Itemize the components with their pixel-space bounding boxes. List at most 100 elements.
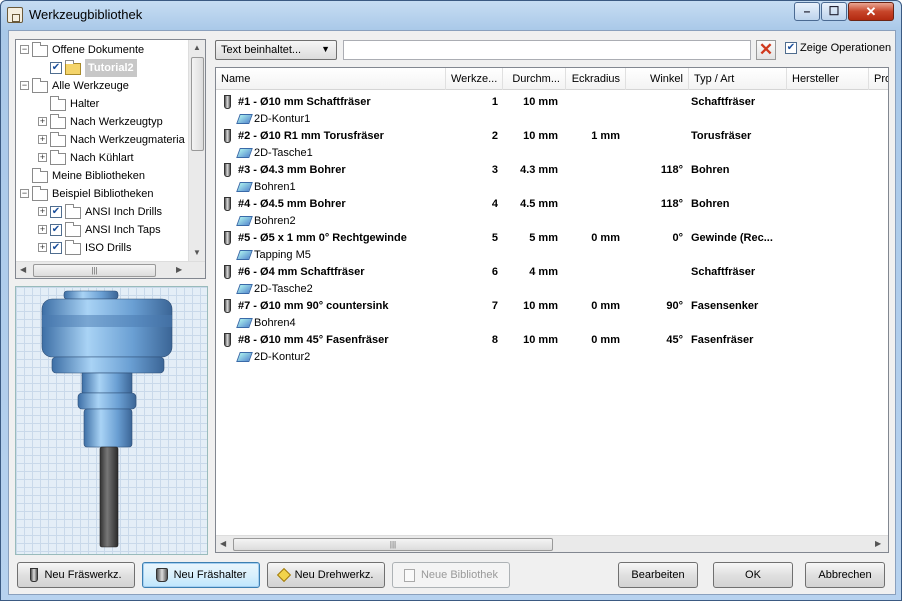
collapse-icon[interactable]: −	[20, 81, 29, 90]
table-horizontal-scrollbar[interactable]: ◀ ||| ▶	[216, 535, 888, 552]
tree-item[interactable]: − Beispiel Bibliotheken	[16, 185, 188, 203]
tool-icon	[224, 163, 231, 177]
operation-label: 2D-Tasche1	[254, 147, 313, 159]
tree-item-label: Offene Dokumente	[52, 44, 145, 56]
search-input[interactable]	[343, 40, 751, 60]
tree-scroll-thumb[interactable]	[191, 57, 204, 151]
show-operations-checkbox[interactable]: ✔	[785, 42, 797, 55]
tool-table[interactable]: Name Werkze... Durchm... Eckradius Winkel Typ…	[215, 67, 889, 553]
clear-filter-button[interactable]: ✕	[756, 40, 776, 60]
cell-corner: 0 mm	[591, 232, 620, 244]
minimize-button[interactable]: –	[794, 2, 820, 21]
scroll-left-icon[interactable]: ◀	[20, 265, 26, 274]
operation-icon	[236, 352, 253, 362]
tree-item-checkbox[interactable]: ✔	[50, 242, 62, 254]
tree-vertical-scrollbar[interactable]: ▲ ▼	[188, 40, 205, 263]
tool-row[interactable]: #6 - Ø4 mm Schaftfräser 6 4 mm Schaftfräser	[216, 264, 888, 281]
new-lathe-tool-button[interactable]: Neu Drehwerkz.	[267, 562, 385, 588]
close-button[interactable]: ✕	[848, 2, 894, 21]
tree-hscroll-thumb[interactable]: |||	[33, 264, 156, 277]
tree-item[interactable]: − Offene Dokumente	[16, 41, 188, 59]
tree-item[interactable]: Halter	[16, 95, 188, 113]
tree-item[interactable]: − Alle Werkzeuge	[16, 77, 188, 95]
maximize-icon: ☐	[828, 4, 840, 18]
tool-icon	[224, 231, 231, 245]
operation-row[interactable]: Bohren4	[216, 315, 888, 332]
cancel-button[interactable]: Abbrechen	[805, 562, 885, 588]
operation-label: Bohren1	[254, 181, 296, 193]
tool-row[interactable]: #7 - Ø10 mm 90° countersink 7 10 mm 0 mm 90°…	[216, 298, 888, 315]
new-library-button[interactable]: Neue Bibliothek	[392, 562, 510, 588]
table-hscroll-thumb[interactable]: |||	[233, 538, 553, 551]
tool-row[interactable]: #1 - Ø10 mm Schaftfräser 1 10 mm Schaftfräs…	[216, 94, 888, 111]
tree-horizontal-scrollbar[interactable]: ◀ ||| ▶	[16, 261, 205, 278]
operation-row[interactable]: 2D-Kontur1	[216, 111, 888, 128]
tree-item[interactable]: ✔ Tutorial2	[16, 59, 188, 77]
collapse-icon[interactable]: −	[20, 45, 29, 54]
tool-row[interactable]: #5 - Ø5 x 1 mm 0° Rechtgewinde 5 5 mm 0 mm 0…	[216, 230, 888, 247]
expand-icon[interactable]: +	[38, 225, 47, 234]
operation-row[interactable]: Bohren1	[216, 179, 888, 196]
scroll-right-icon[interactable]: ▶	[176, 265, 182, 274]
operation-row[interactable]: 2D-Tasche1	[216, 145, 888, 162]
tree-item[interactable]: Meine Bibliotheken	[16, 167, 188, 185]
operation-row[interactable]: 2D-Tasche2	[216, 281, 888, 298]
tool-row[interactable]: #2 - Ø10 R1 mm Torusfräser 2 10 mm 1 mm Toru…	[216, 128, 888, 145]
tool-icon	[224, 333, 231, 347]
tree-item-checkbox[interactable]: ✔	[50, 62, 62, 74]
tree-item-checkbox[interactable]: ✔	[50, 206, 62, 218]
column-header[interactable]: Pro	[869, 68, 888, 90]
collapse-icon[interactable]: −	[20, 189, 29, 198]
column-header[interactable]: Eckradius	[566, 68, 626, 90]
column-header[interactable]: Typ / Art	[689, 68, 787, 90]
cell-corner: 1 mm	[591, 130, 620, 142]
tool-row[interactable]: #3 - Ø4.3 mm Bohrer 3 4.3 mm 118° Bohren	[216, 162, 888, 179]
tree-item-label: ANSI Inch Drills	[85, 206, 163, 218]
new-mill-tool-button[interactable]: Neu Fräswerkz.	[17, 562, 135, 588]
dropdown-arrow-icon: ▼	[321, 44, 330, 54]
column-header[interactable]: Werkze...	[446, 68, 503, 90]
column-header[interactable]: Hersteller	[787, 68, 869, 90]
cell-diam: 10 mm	[523, 334, 558, 346]
tree-item[interactable]: + Nach Werkzeugmateria	[16, 131, 188, 149]
cell-name: #3 - Ø4.3 mm Bohrer	[238, 164, 346, 176]
operation-label: Tapping M5	[254, 249, 311, 261]
column-header[interactable]: Durchm...	[503, 68, 566, 90]
operation-row[interactable]: Tapping M5	[216, 247, 888, 264]
tree-item-checkbox[interactable]: ✔	[50, 224, 62, 236]
scroll-down-icon[interactable]: ▼	[193, 248, 201, 257]
expand-icon[interactable]: +	[38, 153, 47, 162]
column-header[interactable]: Name	[216, 68, 446, 90]
ok-button[interactable]: OK	[713, 562, 793, 588]
tool-row[interactable]: #8 - Ø10 mm 45° Fasenfräser 8 10 mm 0 mm 45°…	[216, 332, 888, 349]
tool-icon	[224, 265, 231, 279]
maximize-button[interactable]: ☐	[821, 2, 847, 21]
tool-icon	[224, 299, 231, 313]
operation-row[interactable]: Bohren2	[216, 213, 888, 230]
filter-mode-select[interactable]: Text beinhaltet... ▼	[215, 40, 337, 60]
tree-item[interactable]: + ✔ ISO Drills	[16, 239, 188, 257]
operation-row[interactable]: 2D-Kontur2	[216, 349, 888, 366]
show-operations-toggle[interactable]: ✔ Zeige Operationen	[785, 42, 891, 55]
edit-button[interactable]: Bearbeiten	[618, 562, 698, 588]
library-tree[interactable]: ▲ ▼ ◀ ||| ▶ − Offene Dokumente ✔ Tutorial2−…	[15, 39, 206, 279]
scroll-right-icon[interactable]: ▶	[875, 539, 881, 548]
expand-icon[interactable]: +	[38, 117, 47, 126]
tree-item[interactable]: + ✔ ANSI Inch Drills	[16, 203, 188, 221]
folder-icon	[32, 186, 48, 201]
new-holder-button[interactable]: Neu Fräshalter	[142, 562, 260, 588]
tree-item[interactable]: + Nach Kühlart	[16, 149, 188, 167]
expand-icon[interactable]: +	[38, 135, 47, 144]
cell-name: #4 - Ø4.5 mm Bohrer	[238, 198, 346, 210]
cell-num: 2	[491, 130, 498, 142]
tree-item[interactable]: + ✔ ANSI Inch Taps	[16, 221, 188, 239]
expand-icon[interactable]: +	[38, 207, 47, 216]
new-holder-label: Neu Fräshalter	[173, 569, 247, 581]
tool-row[interactable]: #4 - Ø4.5 mm Bohrer 4 4.5 mm 118° Bohren	[216, 196, 888, 213]
expand-icon[interactable]: +	[38, 243, 47, 252]
scroll-up-icon[interactable]: ▲	[193, 43, 201, 52]
column-header[interactable]: Winkel	[626, 68, 689, 90]
title-bar[interactable]: Werkzeugbibliothek – ☐ ✕	[1, 1, 901, 29]
scroll-left-icon[interactable]: ◀	[220, 539, 226, 548]
tree-item[interactable]: + Nach Werkzeugtyp	[16, 113, 188, 131]
